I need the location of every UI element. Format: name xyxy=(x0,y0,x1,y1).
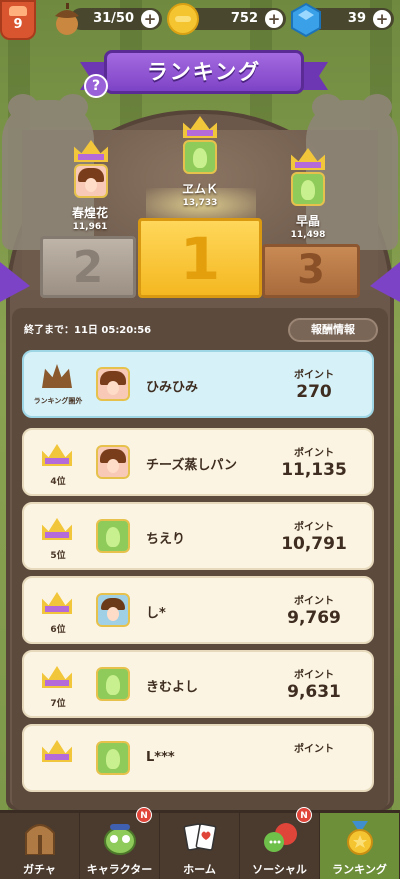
rank-label: 6位 xyxy=(50,625,66,635)
table-row[interactable]: L*** ポイント xyxy=(22,724,374,792)
medal-icon xyxy=(347,821,373,855)
table-row[interactable]: 5位 ちえり ポイント 10,791 xyxy=(22,502,374,570)
player-name: し* xyxy=(146,606,166,621)
acorn-count: 31/50 xyxy=(93,11,134,26)
points-label: ポイント xyxy=(294,522,334,533)
points-value: 10,791 xyxy=(281,534,347,554)
table-row[interactable]: 4位 チーズ蒸しパン ポイント 11,135 xyxy=(22,428,374,496)
avatar xyxy=(96,667,130,701)
crown-icon xyxy=(42,444,72,466)
points-value: 270 xyxy=(296,382,332,402)
player-name: ちえり xyxy=(146,532,186,547)
avatar xyxy=(96,741,130,775)
nav-label: キャラクター xyxy=(86,863,153,876)
podium-first: 1 xyxy=(138,218,262,298)
rank-label: ランキング圏外 xyxy=(33,397,83,405)
player-level-badge[interactable]: 9 xyxy=(0,0,36,40)
points-label: ポイント xyxy=(294,596,334,607)
acorn-counter: 31/50 + xyxy=(70,8,162,30)
nav-label: ガチャ xyxy=(23,863,56,876)
door-icon xyxy=(25,824,55,855)
reward-info-button[interactable]: 報酬情報 xyxy=(288,318,378,342)
points-label: ポイント xyxy=(294,670,334,681)
rank-label: 7位 xyxy=(50,699,66,709)
acorn-icon xyxy=(55,3,79,35)
add-acorn-button[interactable]: + xyxy=(141,10,159,28)
add-coin-button[interactable]: + xyxy=(265,10,283,28)
avatar xyxy=(96,445,130,479)
player-name: きむよし xyxy=(146,680,199,695)
nav-social[interactable]: N ソーシャル xyxy=(240,807,320,879)
table-row[interactable]: 6位 し* ポイント 9,769 xyxy=(22,576,374,644)
second-place-score: 11,961 xyxy=(72,222,108,232)
third-place-avatar[interactable] xyxy=(291,172,325,206)
help-button[interactable]: ? xyxy=(84,74,108,98)
rank-label: 5位 xyxy=(50,551,66,561)
ranking-title-banner: ランキング xyxy=(104,50,304,94)
nav-label: ホーム xyxy=(183,863,216,876)
points-label: ポイント xyxy=(294,448,334,459)
my-ranking-row[interactable]: ランキング圏外 ひみひみ ポイント 270 xyxy=(22,350,374,418)
podium-third: 3 xyxy=(262,244,360,298)
bottom-navigation: ガチャ N キャラクター ホーム N ソーシャル ランキング xyxy=(0,807,400,879)
character-icon xyxy=(104,824,136,855)
avatar xyxy=(96,367,130,401)
ranking-list-panel[interactable]: 終了まで：11日 05:20:56 報酬情報 ランキング圏外 ひみひみ ポイント… xyxy=(12,308,388,810)
first-place-score: 13,733 xyxy=(182,198,218,208)
leaf-rank-icon xyxy=(42,364,72,388)
countdown-timer: 終了まで：11日 05:20:56 xyxy=(24,325,152,336)
nav-character[interactable]: N キャラクター xyxy=(80,807,160,879)
avatar xyxy=(96,593,130,627)
chat-icon xyxy=(264,823,297,852)
third-place-score: 11,498 xyxy=(290,230,326,240)
nav-label: ランキング xyxy=(332,863,387,876)
points-label: ポイント xyxy=(294,370,334,381)
points-label: ポイント xyxy=(294,744,334,755)
coin-count: 752 xyxy=(230,11,258,26)
crown-icon xyxy=(42,666,72,688)
third-place-name: 早晶 xyxy=(295,214,320,228)
podium-second: 2 xyxy=(40,236,136,298)
nav-home[interactable]: ホーム xyxy=(160,813,240,879)
coin-icon xyxy=(167,3,199,35)
cap-icon xyxy=(9,6,27,16)
table-row[interactable]: 7位 きむよし ポイント 9,631 xyxy=(22,650,374,718)
crown-icon xyxy=(42,740,72,762)
second-place-avatar[interactable] xyxy=(74,164,108,198)
gem-icon xyxy=(291,2,321,38)
player-name: チーズ蒸しパン xyxy=(146,458,238,473)
avatar xyxy=(96,519,130,553)
first-place-name: ヱムＫ xyxy=(181,182,218,196)
new-badge: N xyxy=(296,807,312,823)
nav-ranking[interactable]: ランキング xyxy=(320,813,400,879)
points-value: 9,769 xyxy=(287,608,341,628)
nav-label: ソーシャル xyxy=(252,863,307,876)
first-place-avatar[interactable] xyxy=(183,140,217,174)
nav-gacha[interactable]: ガチャ xyxy=(0,813,80,879)
points-value: 11,135 xyxy=(281,460,347,480)
cards-icon xyxy=(183,823,217,851)
add-gem-button[interactable]: + xyxy=(373,10,391,28)
player-level: 9 xyxy=(13,17,23,32)
second-place-name: 春煌花 xyxy=(71,206,108,220)
player-name: ひみひみ xyxy=(146,380,199,395)
rank-label: 4位 xyxy=(50,477,66,487)
points-value: 9,631 xyxy=(287,682,341,702)
gem-count: 39 xyxy=(347,11,366,26)
status-bar: 9 31/50 + 752 + 39 + xyxy=(0,0,400,44)
crown-icon xyxy=(42,518,72,540)
player-name: L*** xyxy=(146,750,175,765)
new-badge: N xyxy=(136,807,152,823)
crown-icon xyxy=(42,592,72,614)
